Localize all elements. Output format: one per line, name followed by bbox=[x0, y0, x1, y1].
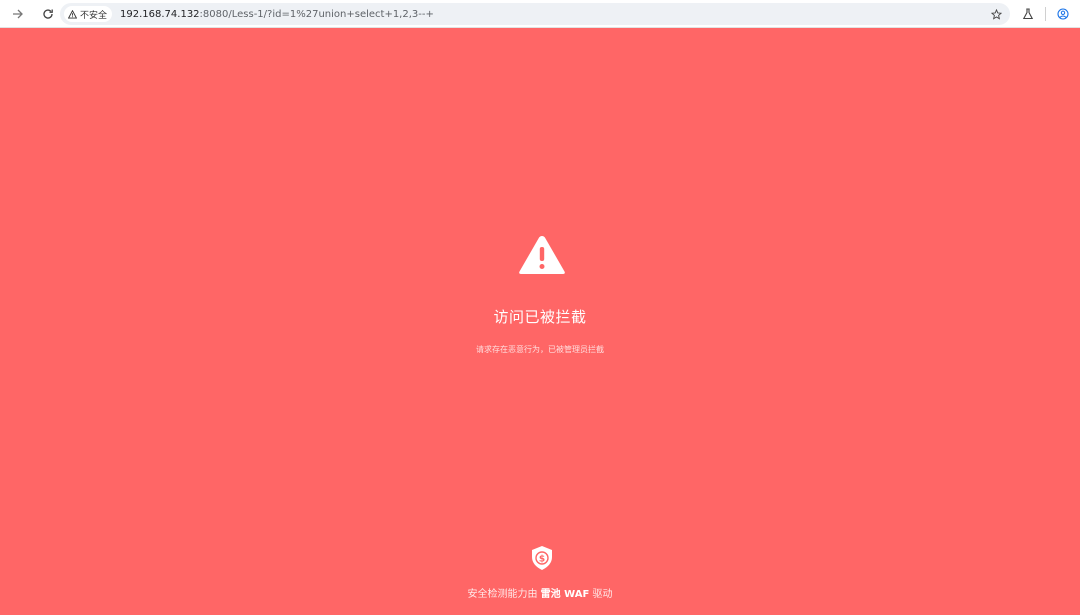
footer-suffix: 驱动 bbox=[592, 589, 613, 600]
security-chip-label: 不安全 bbox=[80, 10, 108, 21]
arrow-right-icon bbox=[13, 9, 23, 18]
security-chip[interactable]: 不安全 bbox=[64, 6, 113, 22]
toolbar-divider bbox=[1045, 7, 1046, 21]
bookmark-button[interactable] bbox=[988, 6, 1004, 22]
waf-block-page: 访问已被拦截 请求存在恶意行为，已被管理员拦截 $ 安全检测能力由 雷池 WAF… bbox=[0, 28, 1080, 615]
footer-brand[interactable]: 雷池 WAF bbox=[541, 589, 590, 600]
warning-small-icon bbox=[68, 9, 77, 19]
labs-button[interactable] bbox=[1015, 0, 1041, 28]
forward-button[interactable] bbox=[6, 2, 30, 26]
block-title: 访问已被拦截 bbox=[493, 308, 587, 326]
browser-toolbar: 不安全 192.168.74.132:8080/Less-1/?id=1%27u… bbox=[0, 0, 1080, 28]
block-subtitle: 请求存在恶意行为，已被管理员拦截 bbox=[476, 345, 604, 354]
profile-button[interactable] bbox=[1050, 0, 1076, 28]
footer-prefix: 安全检测能力由 bbox=[467, 589, 538, 600]
reload-icon bbox=[43, 8, 53, 19]
flask-icon bbox=[1022, 8, 1034, 20]
account-icon bbox=[1057, 8, 1069, 20]
footer-credit: 安全检测能力由 雷池 WAF 驱动 bbox=[0, 585, 1080, 600]
star-icon bbox=[990, 8, 1002, 20]
svg-text:$: $ bbox=[539, 554, 545, 564]
shield-dollar-icon: $ bbox=[532, 546, 552, 570]
url-host: 192.168.74.132 bbox=[120, 8, 200, 20]
warning-triangle-icon bbox=[519, 236, 565, 274]
address-bar[interactable]: 不安全 192.168.74.132:8080/Less-1/?id=1%27u… bbox=[60, 3, 1010, 25]
url-path: :8080/Less-1/?id=1%27union+select+1,2,3-… bbox=[199, 8, 434, 20]
toolbar-right bbox=[1015, 0, 1080, 28]
reload-button[interactable] bbox=[36, 2, 60, 26]
url-text[interactable]: 192.168.74.132:8080/Less-1/?id=1%27union… bbox=[120, 9, 1010, 20]
